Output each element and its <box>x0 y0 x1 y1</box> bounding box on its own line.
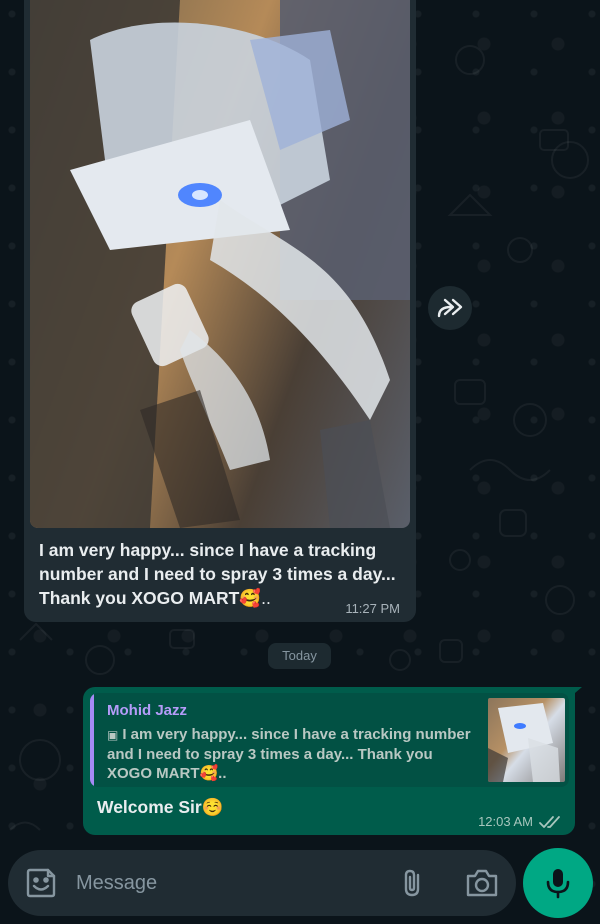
message-timestamp: 11:27 PM <box>345 601 400 616</box>
paperclip-icon <box>404 869 420 897</box>
quoted-line: ▣ I am very happy... since I have a track… <box>107 725 487 745</box>
incoming-image-message[interactable]: I am very happy... since I have a tracki… <box>24 0 416 622</box>
quoted-line: XOGO MART🥰.. <box>107 764 487 783</box>
caption-line: number and I need to spray 3 times a day… <box>39 564 396 584</box>
mic-icon <box>546 869 570 899</box>
quoted-message[interactable]: Mohid Jazz ▣ I am very happy... since I h… <box>90 693 569 787</box>
quote-accent-bar <box>90 693 94 787</box>
emoji-icon <box>26 868 56 898</box>
forward-button[interactable] <box>428 286 472 330</box>
image-icon: ▣ <box>107 728 119 742</box>
quoted-line-text: I am very happy... since I have a tracki… <box>122 726 471 743</box>
message-caption: I am very happy... since I have a tracki… <box>39 538 409 610</box>
day-separator: Today <box>268 643 331 669</box>
quoted-line-text: XOGO MART <box>107 765 200 782</box>
camera-icon <box>466 869 498 897</box>
outgoing-message[interactable]: Mohid Jazz ▣ I am very happy... since I h… <box>83 687 575 835</box>
message-text: Welcome Sir☺️ <box>97 797 224 818</box>
bubble-tail <box>568 687 582 699</box>
message-composer <box>8 850 516 916</box>
message-timestamp: 12:03 AM <box>478 814 533 829</box>
message-photo[interactable] <box>30 0 410 528</box>
quoted-author: Mohid Jazz <box>107 702 188 719</box>
quoted-text: ▣ I am very happy... since I have a track… <box>107 725 487 783</box>
forward-icon <box>437 298 463 318</box>
message-emoji: ☺️ <box>201 797 224 817</box>
caption-line: I am very happy... since I have a tracki… <box>39 540 377 560</box>
emoji-button[interactable] <box>24 866 58 900</box>
caption-emoji: 🥰.. <box>239 588 271 608</box>
attach-button[interactable] <box>398 867 428 899</box>
quoted-line: and I need to spray 3 times a day... Tha… <box>107 746 433 763</box>
quoted-image-thumbnail <box>488 698 565 782</box>
message-text-content: Welcome Sir <box>97 797 202 817</box>
message-meta: 12:03 AM <box>478 814 561 829</box>
double-check-icon <box>539 815 560 828</box>
message-input[interactable] <box>76 866 376 900</box>
voice-message-button[interactable] <box>523 848 593 918</box>
caption-text: Thank you XOGO MART <box>39 588 240 608</box>
quoted-emoji: 🥰.. <box>199 765 227 782</box>
camera-button[interactable] <box>464 867 500 899</box>
